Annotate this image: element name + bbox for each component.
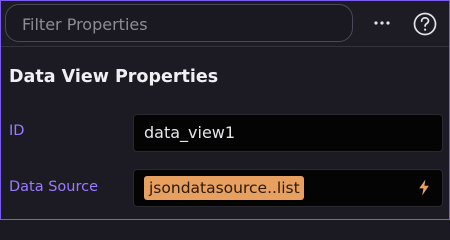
more-options-button[interactable]: [368, 11, 396, 35]
property-label-id: ID: [9, 123, 25, 139]
section-title: Data View Properties: [9, 67, 219, 87]
data-source-binding-chip[interactable]: jsondatasource..list: [144, 176, 304, 200]
help-button[interactable]: [412, 11, 438, 37]
filter-properties-field[interactable]: [5, 4, 353, 42]
help-circle-icon: [413, 12, 437, 36]
lightning-bolt-icon[interactable]: [418, 179, 430, 196]
more-horizontal-icon: [374, 21, 390, 25]
property-label-data-source: Data Source: [9, 179, 99, 195]
panel-toolbar: [1, 1, 449, 47]
data-source-field[interactable]: jsondatasource..list: [133, 169, 443, 207]
filter-properties-input[interactable]: [20, 12, 344, 36]
id-field[interactable]: data_view1: [133, 114, 443, 152]
properties-panel: Data View Properties ID data_view1 Data …: [0, 0, 450, 220]
id-field-value: data_view1: [144, 123, 236, 142]
